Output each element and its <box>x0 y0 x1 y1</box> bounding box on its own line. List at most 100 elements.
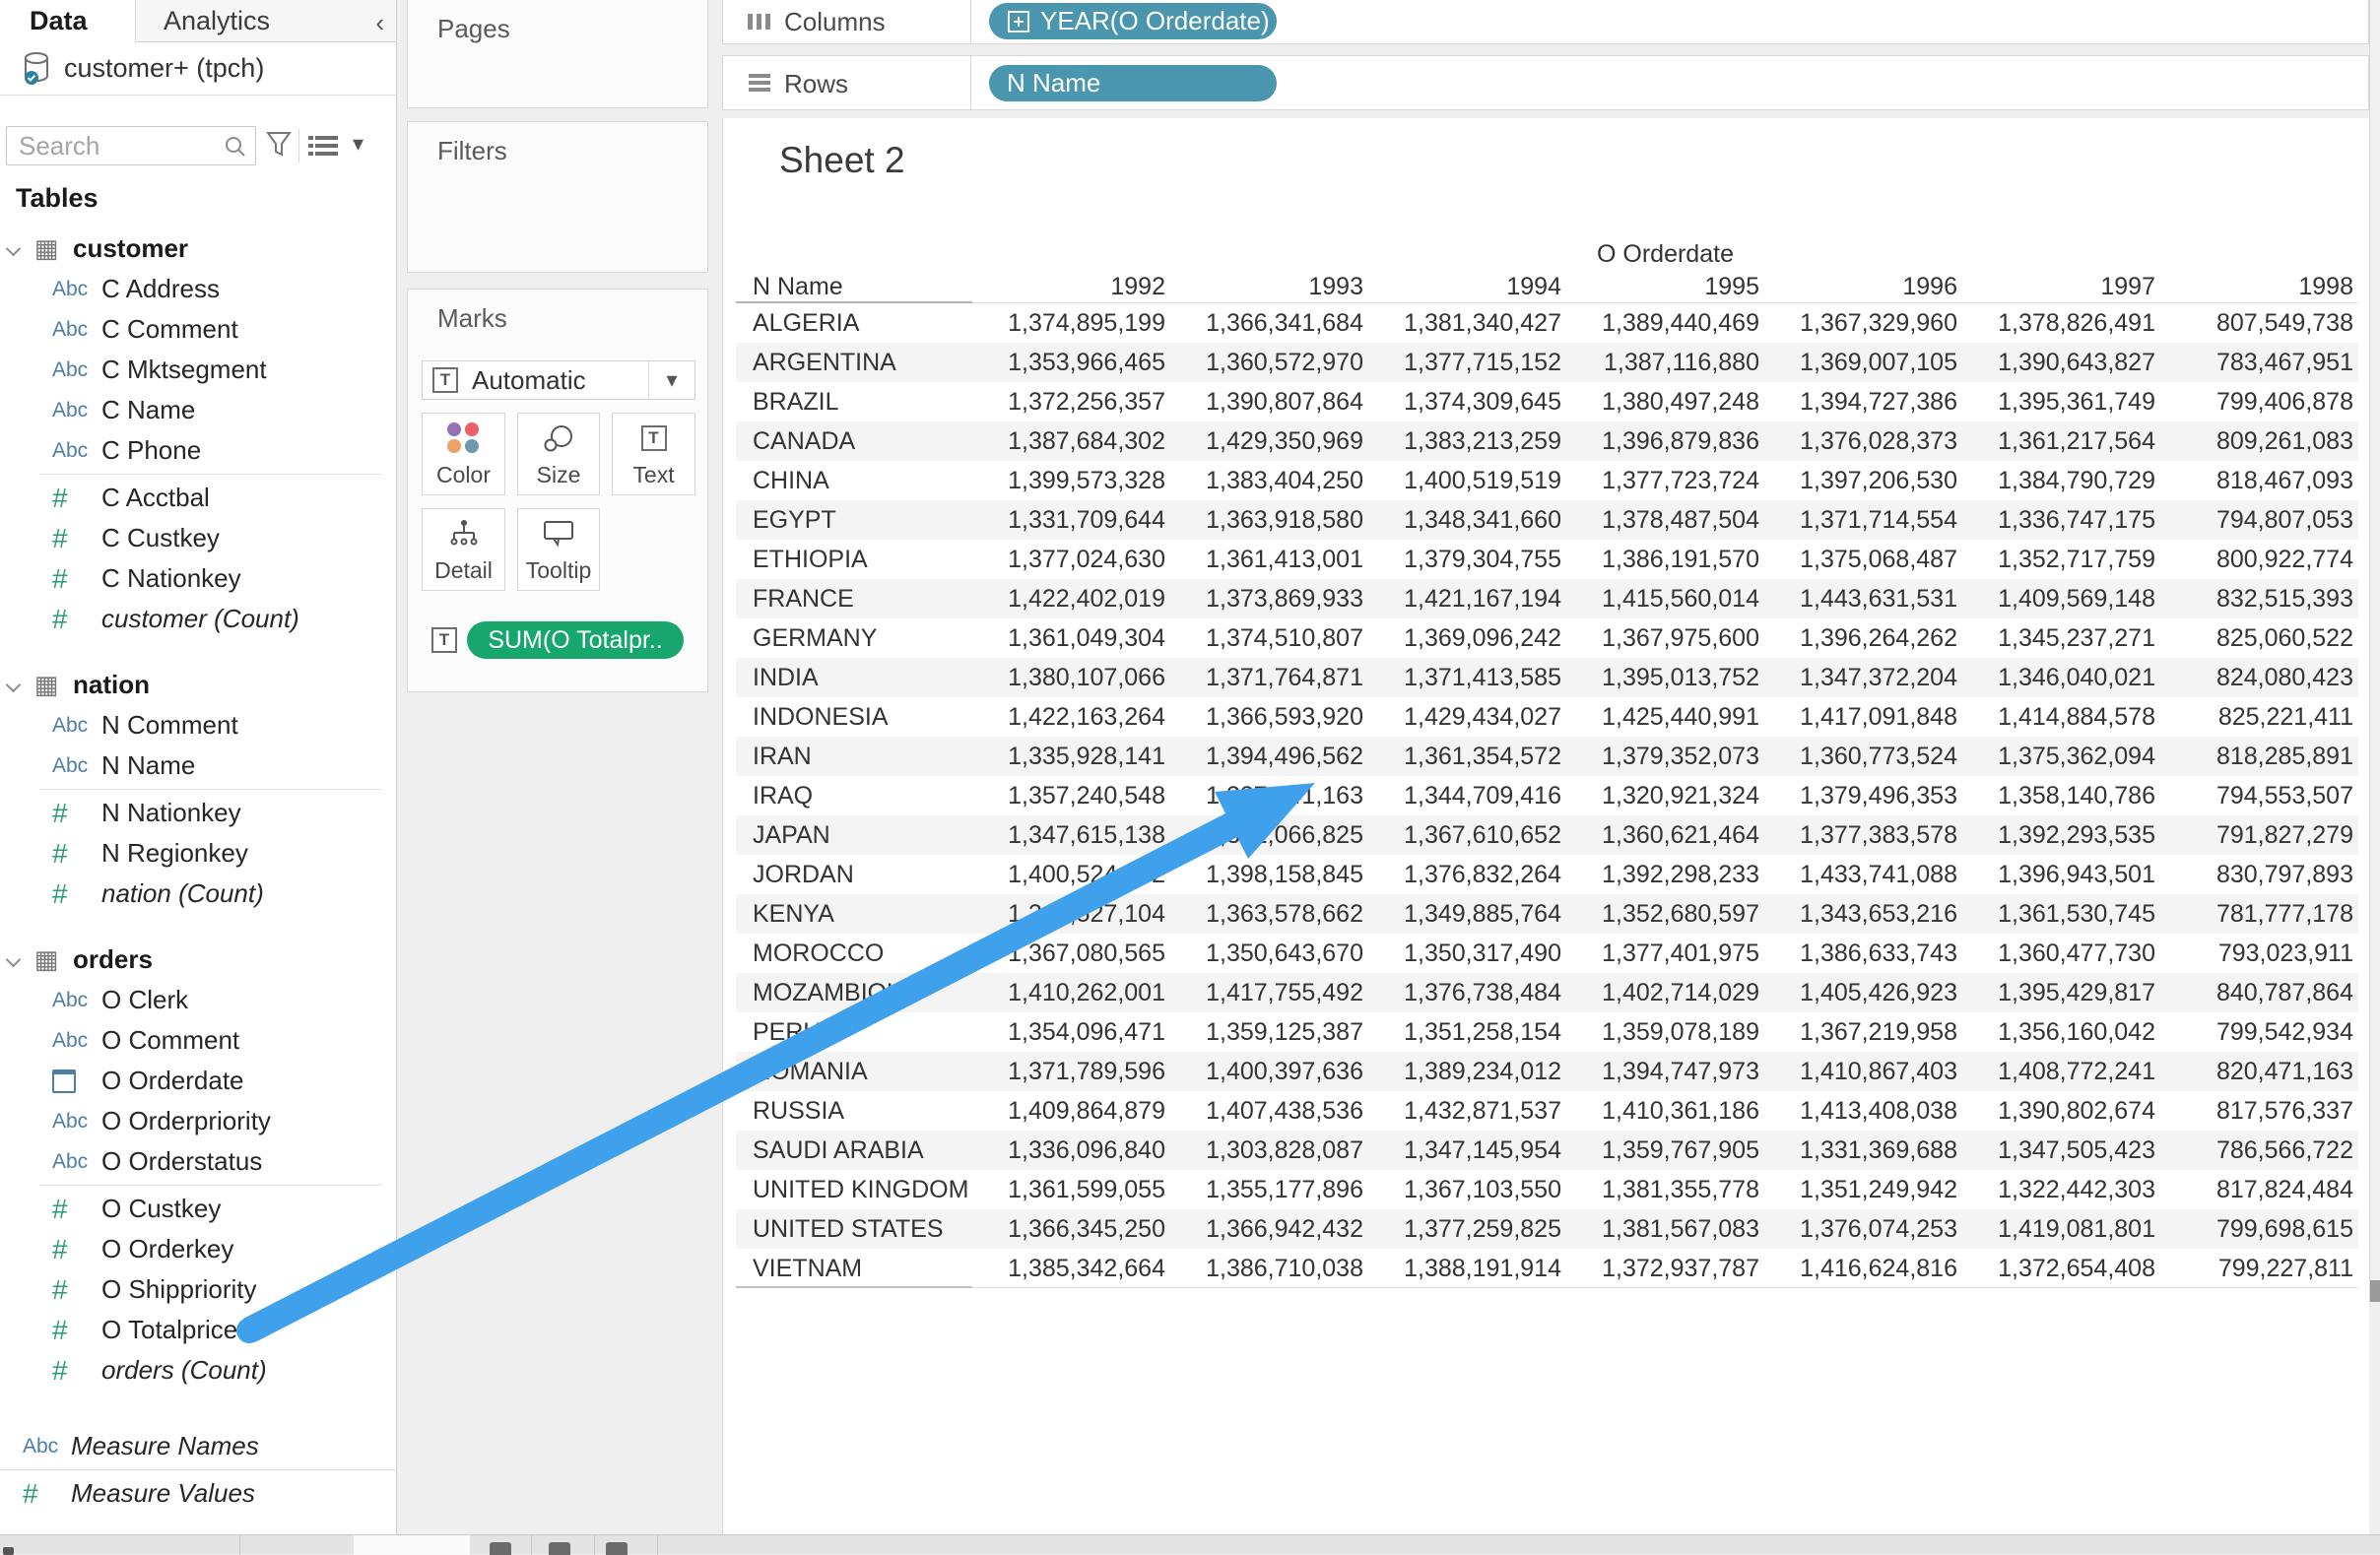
cell-brazil-1992[interactable]: 1,372,256,357 <box>972 382 1170 421</box>
cell-saudi-arabia-1997[interactable]: 1,347,505,423 <box>1962 1131 2160 1170</box>
cell-indonesia-1993[interactable]: 1,366,593,920 <box>1170 697 1368 737</box>
row-header-india[interactable]: INDIA <box>736 658 972 697</box>
table-group-header-orders[interactable]: ▦orders <box>0 939 396 980</box>
pages-card[interactable]: Pages <box>407 0 708 108</box>
cell-algeria-1998[interactable]: 807,549,738 <box>2160 303 2358 343</box>
cell-india-1995[interactable]: 1,395,013,752 <box>1566 658 1764 697</box>
field-o-orderkey[interactable]: #O Orderkey <box>0 1229 396 1269</box>
cell-russia-1995[interactable]: 1,410,361,186 <box>1566 1091 1764 1131</box>
cell-china-1996[interactable]: 1,397,206,530 <box>1764 461 1962 500</box>
cell-united-kingdom-1995[interactable]: 1,381,355,778 <box>1566 1170 1764 1209</box>
cell-china-1994[interactable]: 1,400,519,519 <box>1368 461 1566 500</box>
cell-kenya-1994[interactable]: 1,349,885,764 <box>1368 894 1566 934</box>
cell-peru-1998[interactable]: 799,542,934 <box>2160 1012 2358 1052</box>
cell-peru-1996[interactable]: 1,367,219,958 <box>1764 1012 1962 1052</box>
field-n-regionkey[interactable]: #N Regionkey <box>0 833 396 874</box>
cell-canada-1992[interactable]: 1,387,684,302 <box>972 421 1170 461</box>
table-group-header-customer[interactable]: ▦customer <box>0 228 396 269</box>
cell-india-1994[interactable]: 1,371,413,585 <box>1368 658 1566 697</box>
search-input[interactable] <box>17 127 208 164</box>
cell-mozambique-1998[interactable]: 840,787,864 <box>2160 973 2358 1012</box>
cell-argentina-1995[interactable]: 1,387,116,880 <box>1566 343 1764 382</box>
cell-egypt-1994[interactable]: 1,348,341,660 <box>1368 500 1566 540</box>
cell-germany-1996[interactable]: 1,396,264,262 <box>1764 618 1962 658</box>
row-header-argentina[interactable]: ARGENTINA <box>736 343 972 382</box>
cell-egypt-1996[interactable]: 1,371,714,554 <box>1764 500 1962 540</box>
size-button[interactable]: Size <box>517 413 600 495</box>
cell-iraq-1996[interactable]: 1,379,496,353 <box>1764 776 1962 815</box>
cell-ethiopia-1992[interactable]: 1,377,024,630 <box>972 540 1170 579</box>
cell-egypt-1995[interactable]: 1,378,487,504 <box>1566 500 1764 540</box>
cell-algeria-1992[interactable]: 1,374,895,199 <box>972 303 1170 343</box>
cell-japan-1993[interactable]: 1,352,066,825 <box>1170 815 1368 855</box>
field-o-orderdate[interactable]: O Orderdate <box>0 1061 396 1101</box>
columns-shelf[interactable]: Columns YEAR(O Orderdate) <box>722 0 2369 44</box>
field-o-custkey[interactable]: #O Custkey <box>0 1189 396 1229</box>
cell-canada-1998[interactable]: 809,261,083 <box>2160 421 2358 461</box>
cell-germany-1997[interactable]: 1,345,237,271 <box>1962 618 2160 658</box>
cell-mozambique-1992[interactable]: 1,410,262,001 <box>972 973 1170 1012</box>
cell-united-states-1992[interactable]: 1,366,345,250 <box>972 1209 1170 1249</box>
cell-saudi-arabia-1992[interactable]: 1,336,096,840 <box>972 1131 1170 1170</box>
cell-vietnam-1992[interactable]: 1,385,342,664 <box>972 1249 1170 1288</box>
cell-russia-1992[interactable]: 1,409,864,879 <box>972 1091 1170 1131</box>
field-customer-count[interactable]: #customer (Count) <box>0 599 396 639</box>
cell-saudi-arabia-1994[interactable]: 1,347,145,954 <box>1368 1131 1566 1170</box>
field-c-comment[interactable]: AbcC Comment <box>0 309 396 350</box>
cell-iran-1998[interactable]: 818,285,891 <box>2160 737 2358 776</box>
field-o-comment[interactable]: AbcO Comment <box>0 1020 396 1061</box>
field-o-clerk[interactable]: AbcO Clerk <box>0 980 396 1020</box>
cell-iran-1993[interactable]: 1,394,496,562 <box>1170 737 1368 776</box>
cell-china-1992[interactable]: 1,399,573,328 <box>972 461 1170 500</box>
cell-iran-1997[interactable]: 1,375,362,094 <box>1962 737 2160 776</box>
cell-brazil-1994[interactable]: 1,374,309,645 <box>1368 382 1566 421</box>
cell-jordan-1993[interactable]: 1,398,158,845 <box>1170 855 1368 894</box>
tooltip-button[interactable]: Tooltip <box>517 508 600 591</box>
cell-russia-1993[interactable]: 1,407,438,536 <box>1170 1091 1368 1131</box>
cell-japan-1995[interactable]: 1,360,621,464 <box>1566 815 1764 855</box>
chevron-down-icon[interactable]: ▾ <box>648 361 694 399</box>
cell-brazil-1998[interactable]: 799,406,878 <box>2160 382 2358 421</box>
cell-france-1993[interactable]: 1,373,869,933 <box>1170 579 1368 618</box>
search-box[interactable] <box>6 126 256 165</box>
cell-egypt-1998[interactable]: 794,807,053 <box>2160 500 2358 540</box>
row-header-united-states[interactable]: UNITED STATES <box>736 1209 972 1249</box>
cell-mozambique-1995[interactable]: 1,402,714,029 <box>1566 973 1764 1012</box>
cell-peru-1994[interactable]: 1,351,258,154 <box>1368 1012 1566 1052</box>
cell-vietnam-1993[interactable]: 1,386,710,038 <box>1170 1249 1368 1288</box>
field-measure-names[interactable]: Abc Measure Names <box>0 1426 396 1466</box>
cell-france-1998[interactable]: 832,515,393 <box>2160 579 2358 618</box>
cell-china-1998[interactable]: 818,467,093 <box>2160 461 2358 500</box>
cell-mozambique-1993[interactable]: 1,417,755,492 <box>1170 973 1368 1012</box>
cell-algeria-1996[interactable]: 1,367,329,960 <box>1764 303 1962 343</box>
cell-united-states-1993[interactable]: 1,366,942,432 <box>1170 1209 1368 1249</box>
cell-ethiopia-1996[interactable]: 1,375,068,487 <box>1764 540 1962 579</box>
cell-argentina-1998[interactable]: 783,467,951 <box>2160 343 2358 382</box>
field-orders-count[interactable]: #orders (Count) <box>0 1350 396 1391</box>
row-header-vietnam[interactable]: VIETNAM <box>736 1249 972 1288</box>
cell-saudi-arabia-1993[interactable]: 1,303,828,087 <box>1170 1131 1368 1170</box>
cell-russia-1996[interactable]: 1,413,408,038 <box>1764 1091 1962 1131</box>
year-column-header-1992[interactable]: 1992 <box>972 272 1170 303</box>
cell-iraq-1993[interactable]: 1,337,541,163 <box>1170 776 1368 815</box>
field-c-phone[interactable]: AbcC Phone <box>0 430 396 471</box>
cell-united-kingdom-1993[interactable]: 1,355,177,896 <box>1170 1170 1368 1209</box>
cell-morocco-1994[interactable]: 1,350,317,490 <box>1368 934 1566 973</box>
color-button[interactable]: Color <box>422 413 505 495</box>
cell-indonesia-1994[interactable]: 1,429,434,027 <box>1368 697 1566 737</box>
cell-algeria-1995[interactable]: 1,389,440,469 <box>1566 303 1764 343</box>
cell-vietnam-1996[interactable]: 1,416,624,816 <box>1764 1249 1962 1288</box>
cell-iraq-1994[interactable]: 1,344,709,416 <box>1368 776 1566 815</box>
cell-mozambique-1997[interactable]: 1,395,429,817 <box>1962 973 2160 1012</box>
cell-france-1995[interactable]: 1,415,560,014 <box>1566 579 1764 618</box>
cell-vietnam-1998[interactable]: 799,227,811 <box>2160 1249 2358 1288</box>
cell-egypt-1992[interactable]: 1,331,709,644 <box>972 500 1170 540</box>
cell-argentina-1997[interactable]: 1,390,643,827 <box>1962 343 2160 382</box>
cell-ethiopia-1993[interactable]: 1,361,413,001 <box>1170 540 1368 579</box>
cell-united-states-1996[interactable]: 1,376,074,253 <box>1764 1209 1962 1249</box>
row-header-romania[interactable]: ROMANIA <box>736 1052 972 1091</box>
field-c-acctbal[interactable]: #C Acctbal <box>0 478 396 518</box>
cell-romania-1993[interactable]: 1,400,397,636 <box>1170 1052 1368 1091</box>
vertical-scrollbar-thumb[interactable] <box>2370 1280 2380 1302</box>
cell-romania-1992[interactable]: 1,371,789,596 <box>972 1052 1170 1091</box>
